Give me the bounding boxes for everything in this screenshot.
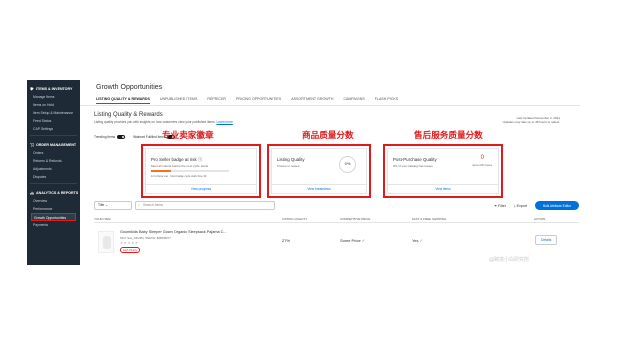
listing-quality-gauge: 0% [339,156,356,173]
sidebar-item-disputes[interactable]: Disputes [27,173,80,181]
sidebar: ITEMS & INVENTORY Manage Items Items on … [27,80,80,265]
shipping-value: Yes✓ [412,238,423,243]
sidebar-item-cap-settings[interactable]: CAP Settings [27,125,80,133]
check-icon: ✓ [361,238,366,243]
sidebar-divider [30,183,77,184]
card-title: Post-Purchase Quality [393,157,437,162]
details-button[interactable]: Details [535,235,558,245]
sidebar-item-overview[interactable]: Overview [27,197,80,205]
sidebar-item-returns-refunds[interactable]: Returns & Refunds [27,157,80,165]
sidebar-item-performance[interactable]: Performance [27,205,80,213]
sidebar-item-feed-status[interactable]: Feed Status [27,117,80,125]
check-icon: ✓ [419,238,423,243]
sidebar-item-payments[interactable]: Payments [27,221,80,229]
view-breakdown-link[interactable]: View breakdown [272,184,366,193]
priority-badge: High Priority [120,247,141,253]
tab-listing-quality[interactable]: LISTING QUALITY & REWARDS [96,97,150,104]
download-icon: ⤓ [514,203,516,208]
column-listing-quality[interactable]: LISTING QUALITY [282,217,307,221]
filter-button[interactable]: ⏷ Filter [494,204,506,208]
tab-unpublished-items[interactable]: UNPUBLISHED ITEMS [160,97,198,104]
competitive-price-value: Some Price✓ [340,238,366,243]
listing-quality-card: Listing Quality 0 items to review 0% Vie… [267,144,371,198]
sidebar-section-order-management[interactable]: ORDER MANAGEMENT [27,140,80,149]
card-title: Pro Seller badge at risk ⓘ [151,157,203,162]
sidebar-item-adjustments[interactable]: Adjustments [27,165,80,173]
chart-icon [30,191,34,195]
card-subtitle: Meet all criteria before the next cycle … [151,164,209,168]
post-purchase-card: Post-Purchase Quality 0% of your catalog… [383,144,503,198]
tab-campaigns[interactable]: CAMPAIGNS [343,97,364,104]
tab-pricing-opportunities[interactable]: PRICING OPPORTUNITIES [236,97,281,104]
table-actions: ⏷ Filter ⤓ Export Bulk Attribute Editor [494,201,579,210]
tab-bar: LISTING QUALITY & REWARDS UNPUBLISHED IT… [96,97,398,104]
search-input[interactable]: ⌕ Search Items [135,201,275,210]
card-title: Listing Quality [277,157,305,162]
cart-icon [30,142,35,147]
sidebar-divider [30,135,77,136]
item-thumbnail[interactable] [98,231,114,253]
progress-bar-fill [151,170,171,172]
toggle-switch[interactable] [117,135,126,139]
tabs-divider [80,105,580,106]
card-subtitle: 0% of your catalog has issues [393,164,433,168]
search-icon: ⌕ [138,203,140,207]
tab-repricer[interactable]: REPRICER [207,97,226,104]
search-field-dropdown[interactable]: Title ⌄ [94,201,132,210]
rating-stars: ★★★★★ [120,241,139,245]
last-updated: Last Updated November 2, 2021 Updates ma… [502,116,560,124]
pro-seller-card: Pro Seller badge at risk ⓘ Meet all crit… [141,144,261,198]
column-shipping[interactable]: FAST & FREE SHIPPING [412,217,446,221]
filter-row: Title ⌄ ⌕ Search Items ⏷ Filter ⤓ Export… [94,200,579,212]
info-icon: ⓘ [197,157,203,162]
seller-center-screenshot: ITEMS & INVENTORY Manage Items Items on … [27,80,580,265]
main-content: Growth Opportunities LISTING QUALITY & R… [80,80,580,265]
filter-icon: ⏷ [494,203,498,208]
annotation-post-purchase: 售后服务质量分数 [414,131,483,141]
table-header: YOUR ITEM LISTING QUALITY COMPETITIVE PR… [94,215,579,223]
sidebar-item-growth-opportunities[interactable]: Growth Opportunities [31,213,76,221]
column-your-item[interactable]: YOUR ITEM [94,217,111,221]
tab-flash-picks[interactable]: FLASH PICKS [375,97,398,104]
section-title: Listing Quality & Rewards [94,112,163,118]
tab-assortment-growth[interactable]: ASSORTMENT GROWTH [291,97,333,104]
sidebar-section-analytics-reports[interactable]: ANALYTICS & REPORTS [27,188,80,197]
watermark: @跨境小白研究所 [489,257,530,263]
column-competitive-price[interactable]: COMPETITIVE PRICE [340,217,370,221]
page-title: Growth Opportunities [96,84,163,91]
chevron-down-icon: ⌄ [105,203,109,207]
item-meta: SKU: Sun_SKU45 | ITEM ID: 806645277 [120,236,171,240]
item-name[interactable]: Goumikids Baby Sleeper Gown Organic Slee… [120,230,227,234]
annotation-listing-quality: 商品质量分数 [302,131,354,141]
annotation-pro-seller: 专业卖家徽章 [162,131,214,141]
listing-quality-value: 27% [282,238,291,243]
issue-count-label: items with issues [472,164,492,167]
trending-items-toggle[interactable]: Trending Items [94,135,126,139]
tag-icon [30,86,34,91]
export-button[interactable]: ⤓ Export [514,204,527,208]
sidebar-section-items-inventory[interactable]: ITEMS & INVENTORY [27,84,80,93]
sidebar-item-orders[interactable]: Orders [27,149,80,157]
progress-note: 1/4 criteria met · Next badge cycle star… [151,175,207,178]
sidebar-item-items-on-hold[interactable]: Items on Hold [27,101,80,109]
progress-bar [151,170,229,172]
view-items-link[interactable]: View items [388,184,498,193]
section-description: Listing quality provides you with insigh… [94,120,233,124]
sidebar-item-manage-items[interactable]: Manage Items [27,93,80,101]
bulk-attribute-editor-button[interactable]: Bulk Attribute Editor [535,201,579,210]
issue-count: 0 [480,155,484,161]
column-action: ACTION [534,217,546,221]
sidebar-item-item-setup[interactable]: Item Setup & Maintenance [27,109,80,117]
learn-more-link[interactable]: Learn more [216,120,232,124]
card-subtitle: 0 items to review [277,164,300,168]
view-progress-link[interactable]: View progress [146,184,256,193]
